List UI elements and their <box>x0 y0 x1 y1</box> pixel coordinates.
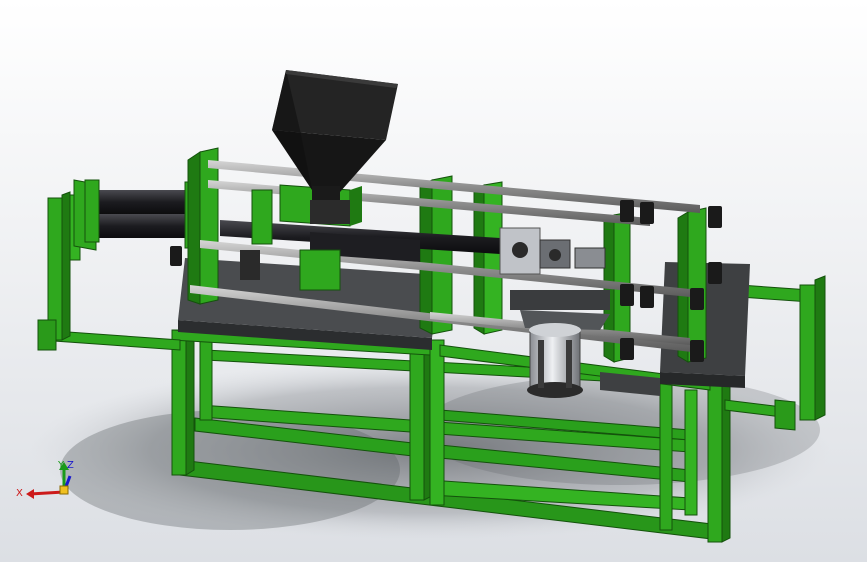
triad-y-label: Y <box>57 460 65 471</box>
vertical-cylinder[interactable] <box>527 323 583 398</box>
triad-x-axis <box>29 490 65 496</box>
triad-x-label: X <box>16 488 23 499</box>
cad-viewport[interactable]: X Y Z <box>0 0 867 562</box>
triad-origin <box>59 485 69 495</box>
machine-model-canvas[interactable]: X Y Z <box>0 0 867 562</box>
triad-z-label: Z <box>67 460 74 471</box>
hydraulic-cylinders-left[interactable] <box>84 179 200 249</box>
